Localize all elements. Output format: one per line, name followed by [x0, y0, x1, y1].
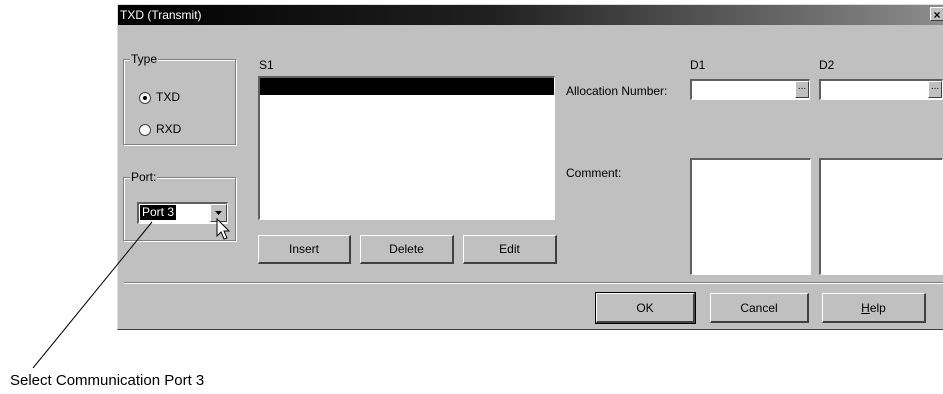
radio-rxd[interactable] — [139, 124, 151, 136]
d2-browse-button[interactable]: ... — [928, 81, 942, 98]
help-button-label: Help — [861, 301, 886, 315]
close-icon: × — [933, 8, 941, 22]
radio-label-txd[interactable]: TXD — [156, 90, 180, 104]
type-group-label: Type — [130, 52, 159, 66]
cancel-button[interactable]: Cancel — [710, 293, 809, 323]
d1-allocation-field[interactable]: ... — [690, 79, 810, 100]
ok-button-label: OK — [636, 301, 654, 315]
annotation-caption: Select Communication Port 3 — [10, 372, 205, 389]
edit-button[interactable]: Edit — [463, 235, 557, 264]
ellipsis-icon: ... — [797, 81, 807, 92]
ok-button[interactable]: OK — [595, 292, 696, 324]
delete-button[interactable]: Delete — [360, 235, 454, 264]
port-group-label: Port: — [130, 170, 158, 184]
d1-column-label: D1 — [690, 58, 706, 72]
s1-list-selected-row[interactable] — [260, 78, 554, 95]
radio-label-rxd[interactable]: RXD — [156, 122, 181, 136]
window-title: TXD (Transmit) — [120, 8, 202, 22]
s1-label: S1 — [259, 58, 274, 72]
ellipsis-icon: ... — [930, 81, 940, 92]
title-bar: TXD (Transmit) × — [118, 5, 943, 25]
footer-separator — [124, 282, 943, 284]
port-select-value: Port 3 — [140, 205, 177, 220]
port-select[interactable]: Port 3 — [137, 202, 228, 224]
insert-button[interactable]: Insert — [258, 235, 351, 264]
insert-button-label: Insert — [288, 242, 319, 256]
d2-comment-field[interactable] — [819, 158, 943, 275]
mouse-pointer-icon — [216, 218, 231, 240]
edit-button-label: Edit — [499, 242, 520, 256]
delete-button-label: Delete — [389, 242, 424, 256]
help-button[interactable]: Help — [822, 293, 926, 323]
d2-allocation-field[interactable]: ... — [819, 79, 943, 100]
radio-selected-dot — [143, 96, 147, 100]
transmit-dialog: TXD (Transmit) × Type TXD RXD Port: Port… — [117, 4, 943, 330]
radio-txd[interactable] — [139, 92, 151, 104]
s1-list[interactable] — [258, 76, 555, 220]
close-button[interactable]: × — [930, 7, 943, 22]
allocation-number-label: Allocation Number: — [566, 84, 668, 98]
comment-label: Comment: — [566, 166, 622, 180]
d1-comment-field[interactable] — [690, 158, 811, 275]
d1-browse-button[interactable]: ... — [795, 81, 809, 98]
cancel-button-label: Cancel — [740, 301, 778, 315]
d2-column-label: D2 — [819, 58, 835, 72]
